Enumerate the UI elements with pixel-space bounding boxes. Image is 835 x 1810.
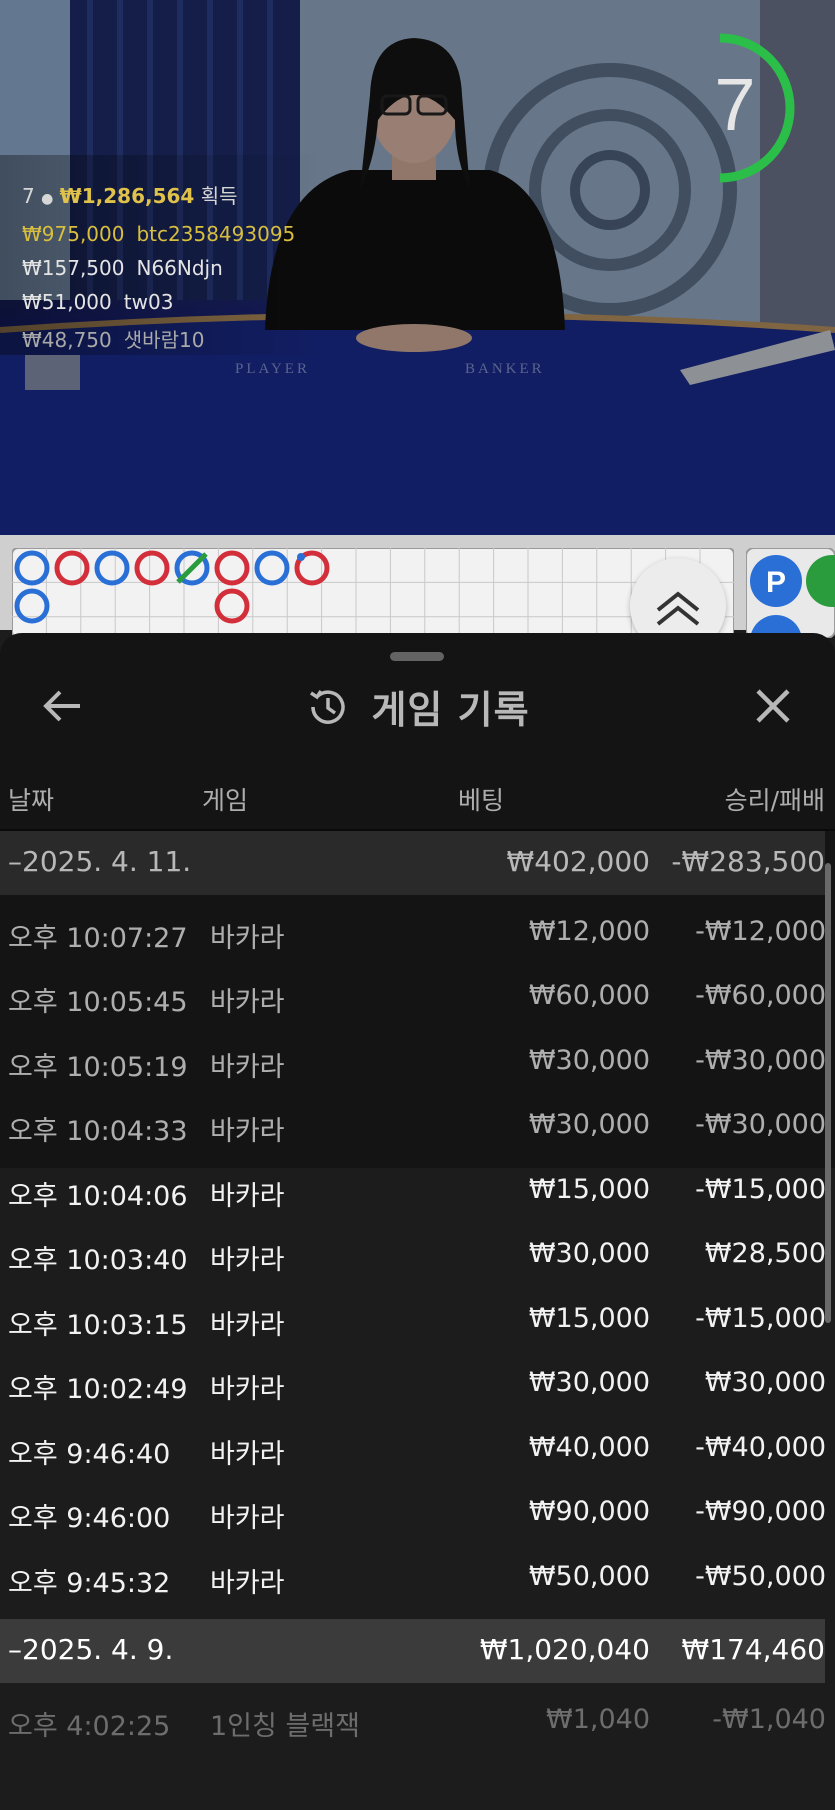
winner-row: ₩157,500 N66Ndjn: [22, 256, 223, 280]
winners-count: 7: [22, 184, 35, 208]
side-road: P: [746, 548, 835, 638]
winner-row: ₩48,750 샛바람10: [22, 328, 205, 352]
countdown-value: 7: [714, 63, 756, 146]
winner-row: ₩975,000 btc2358493095: [22, 222, 296, 246]
bead-road: [12, 548, 734, 638]
group-result-total: ₩174,460: [681, 1633, 825, 1666]
pair-dot: [297, 553, 305, 561]
winners-total: ₩1,286,564: [59, 184, 195, 208]
person-icon: ●: [41, 191, 54, 207]
group-bet-total: ₩1,020,040: [479, 1633, 650, 1666]
game-history-sheet: 게임 기록 날짜 게임 베팅 승리/패배 –2025. 4. 11. ₩402,…: [0, 633, 835, 1810]
table-row[interactable]: 오후 4:02:25 1인칭 블랙잭 ₩1,040 -₩1,040: [0, 633, 835, 1742]
winner-row: ₩51,000 tw03: [22, 290, 174, 314]
live-video: PLAYER BANKER 7 7 ● ₩1,286,564 획득 ₩975,0…: [0, 0, 835, 535]
winners-header: 7 ● ₩1,286,564 획득: [22, 180, 238, 209]
side-road-p-label: P: [766, 566, 786, 599]
date-group-header[interactable]: –2025. 4. 9. ₩1,020,040 ₩174,460: [0, 1619, 825, 1683]
group-date: –2025. 4. 9.: [8, 1633, 174, 1666]
scrollbar[interactable]: [825, 863, 831, 1323]
winners-suffix: 획득: [200, 184, 238, 208]
